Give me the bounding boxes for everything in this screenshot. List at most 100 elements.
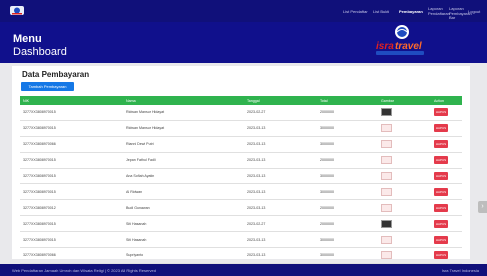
cell-tanggal: 2023-03-13 (244, 120, 317, 137)
delete-button[interactable]: HAPUS (434, 172, 448, 180)
table-row: 3277XX3808970015 Siti Hasanah 2023-02-27 20… (20, 215, 462, 233)
cell-total: 3000000 (317, 231, 378, 249)
nav-item-pembayaran[interactable]: Pembayaran (399, 9, 423, 14)
cell-total: 2000000 (317, 105, 378, 121)
top-navbar: List Pendaftar List Bukti Pembayaran Lap… (0, 0, 487, 22)
cell-gambar (378, 183, 431, 201)
svg-text:travel: travel (395, 41, 422, 52)
delete-button[interactable]: HAPUS (434, 203, 448, 212)
nav-item-laporan-pendaftaran[interactable]: Laporan Pendaftaran (428, 6, 450, 16)
cell-nik: 3277XX3808970015 (20, 120, 123, 137)
delete-button[interactable]: HAPUS (434, 156, 448, 165)
delete-button[interactable]: HAPUS (434, 219, 448, 228)
cell-nik: 3277XX3808970015 (20, 183, 123, 201)
cell-nama: Ana Sofiah Ayatin (123, 168, 244, 185)
cell-nama: Jepan Fathul Fadli (123, 152, 244, 169)
cell-action: HAPUS (431, 247, 462, 264)
cell-nama: Budi Gunawan (123, 199, 244, 217)
payment-proof-thumbnail[interactable] (381, 187, 392, 196)
col-nik[interactable]: NIK (20, 96, 123, 105)
cell-nik: 3277XX3808970015 (20, 152, 123, 169)
cell-action: HAPUS (431, 183, 462, 201)
cell-gambar (378, 215, 431, 233)
cell-total: 3000000 (317, 136, 378, 153)
cell-tanggal: 2023-03-13 (244, 199, 317, 217)
col-nama[interactable]: Nama (123, 96, 244, 105)
table-row: 3277XX3808970066 Supriyanto 2023-03-13 3000… (20, 247, 462, 264)
table-header-row: NIK Nama Tanggal Total Gambar Action (20, 96, 462, 105)
cell-tanggal: 2023-03-13 (244, 168, 317, 185)
table-row: 3277XX3808970015 Al Ridwan 2023-03-13 30000… (20, 183, 462, 201)
logo-icon[interactable] (9, 4, 25, 17)
cell-tanggal: 2023-03-13 (244, 231, 317, 249)
footer-copyright: Web Pendaftaran Jamaah Umroh dan Wisata … (12, 268, 156, 273)
cell-action: HAPUS (431, 215, 462, 233)
cell-gambar (378, 152, 431, 169)
delete-button[interactable]: HAPUS (434, 235, 448, 244)
cell-nama: Ridwan Mansur Hidayat (123, 120, 244, 137)
cell-gambar (378, 105, 431, 121)
nav-item-logout[interactable]: Logout (468, 9, 480, 14)
col-total[interactable]: Total (317, 96, 378, 105)
cell-nama: Ridwan Mansur Hidayat (123, 105, 244, 121)
footer: Web Pendaftaran Jamaah Umroh dan Wisata … (0, 264, 487, 276)
cell-nik: 3277XX3808970066 (20, 247, 123, 264)
cell-gambar (378, 120, 431, 137)
payment-proof-thumbnail[interactable] (381, 172, 392, 180)
cell-nik: 3277XX3808970015 (20, 215, 123, 233)
delete-button[interactable]: HAPUS (434, 108, 448, 117)
cell-nik: 3277XX3808970012 (20, 199, 123, 217)
nav-item-list-bukti[interactable]: List Bukti (373, 9, 389, 14)
page-title: Menu (13, 33, 42, 45)
cell-nik: 3277XX3808970015 (20, 231, 123, 249)
cell-total: 2000000 (317, 215, 378, 233)
cell-tanggal: 2023-02-27 (244, 105, 317, 121)
table-row: 3277XX3808970015 Siti Hasanah 2023-03-13 30… (20, 231, 462, 249)
payment-proof-thumbnail[interactable] (381, 156, 392, 165)
cell-gambar (378, 247, 431, 264)
cell-action: HAPUS (431, 105, 462, 121)
cell-action: HAPUS (431, 231, 462, 249)
col-action[interactable]: Action (431, 96, 462, 105)
cell-total: 3000000 (317, 183, 378, 201)
payment-proof-thumbnail[interactable] (381, 108, 392, 117)
delete-button[interactable]: HAPUS (434, 140, 448, 149)
delete-button[interactable]: HAPUS (434, 187, 448, 196)
cell-total: 2000000 (317, 199, 378, 217)
payment-proof-thumbnail[interactable] (381, 219, 392, 228)
cell-action: HAPUS (431, 120, 462, 137)
payment-proof-thumbnail[interactable] (381, 251, 392, 260)
payment-table: NIK Nama Tanggal Total Gambar Action 327… (20, 96, 462, 264)
cell-nik: 3277XX3808970015 (20, 105, 123, 121)
cell-gambar (378, 231, 431, 249)
cell-nama: Siti Hasanah (123, 215, 244, 233)
payment-proof-thumbnail[interactable] (381, 140, 392, 149)
payment-proof-thumbnail[interactable] (381, 124, 392, 133)
cell-tanggal: 2023-02-27 (244, 215, 317, 233)
page-subtitle: Dashboard (13, 46, 67, 58)
nav-item-list-pendaftar[interactable]: List Pendaftar (343, 9, 368, 14)
cell-tanggal: 2023-03-13 (244, 136, 317, 153)
payment-proof-thumbnail[interactable] (381, 203, 392, 212)
table-row: 3277XX3808970015 Ana Sofiah Ayatin 2023-03… (20, 168, 462, 185)
cell-action: HAPUS (431, 168, 462, 185)
cell-tanggal: 2023-03-13 (244, 152, 317, 169)
col-gambar[interactable]: Gambar (378, 96, 431, 105)
cell-action: HAPUS (431, 152, 462, 169)
cell-nama: Al Ridwan (123, 183, 244, 201)
cell-action: HAPUS (431, 199, 462, 217)
section-title: Data Pembayaran (22, 70, 90, 79)
table-row: 3277XX3808970066 Rianni Dewi Putri 2023-03… (20, 136, 462, 153)
cell-total: 3000000 (317, 120, 378, 137)
cell-gambar (378, 168, 431, 185)
cell-total: 2000000 (317, 152, 378, 169)
footer-brand: Isra Travel Indonesia (441, 268, 479, 273)
delete-button[interactable]: HAPUS (434, 251, 448, 260)
scroll-right-button[interactable]: › (478, 201, 487, 213)
payment-proof-thumbnail[interactable] (381, 235, 392, 244)
add-payment-button[interactable]: Tambah Pembayaran (21, 82, 74, 91)
brand-logo: isra travel (376, 25, 424, 55)
delete-button[interactable]: HAPUS (434, 124, 448, 133)
cell-nik: 3277XX3808970066 (20, 136, 123, 153)
col-tanggal[interactable]: Tanggal (244, 96, 317, 105)
